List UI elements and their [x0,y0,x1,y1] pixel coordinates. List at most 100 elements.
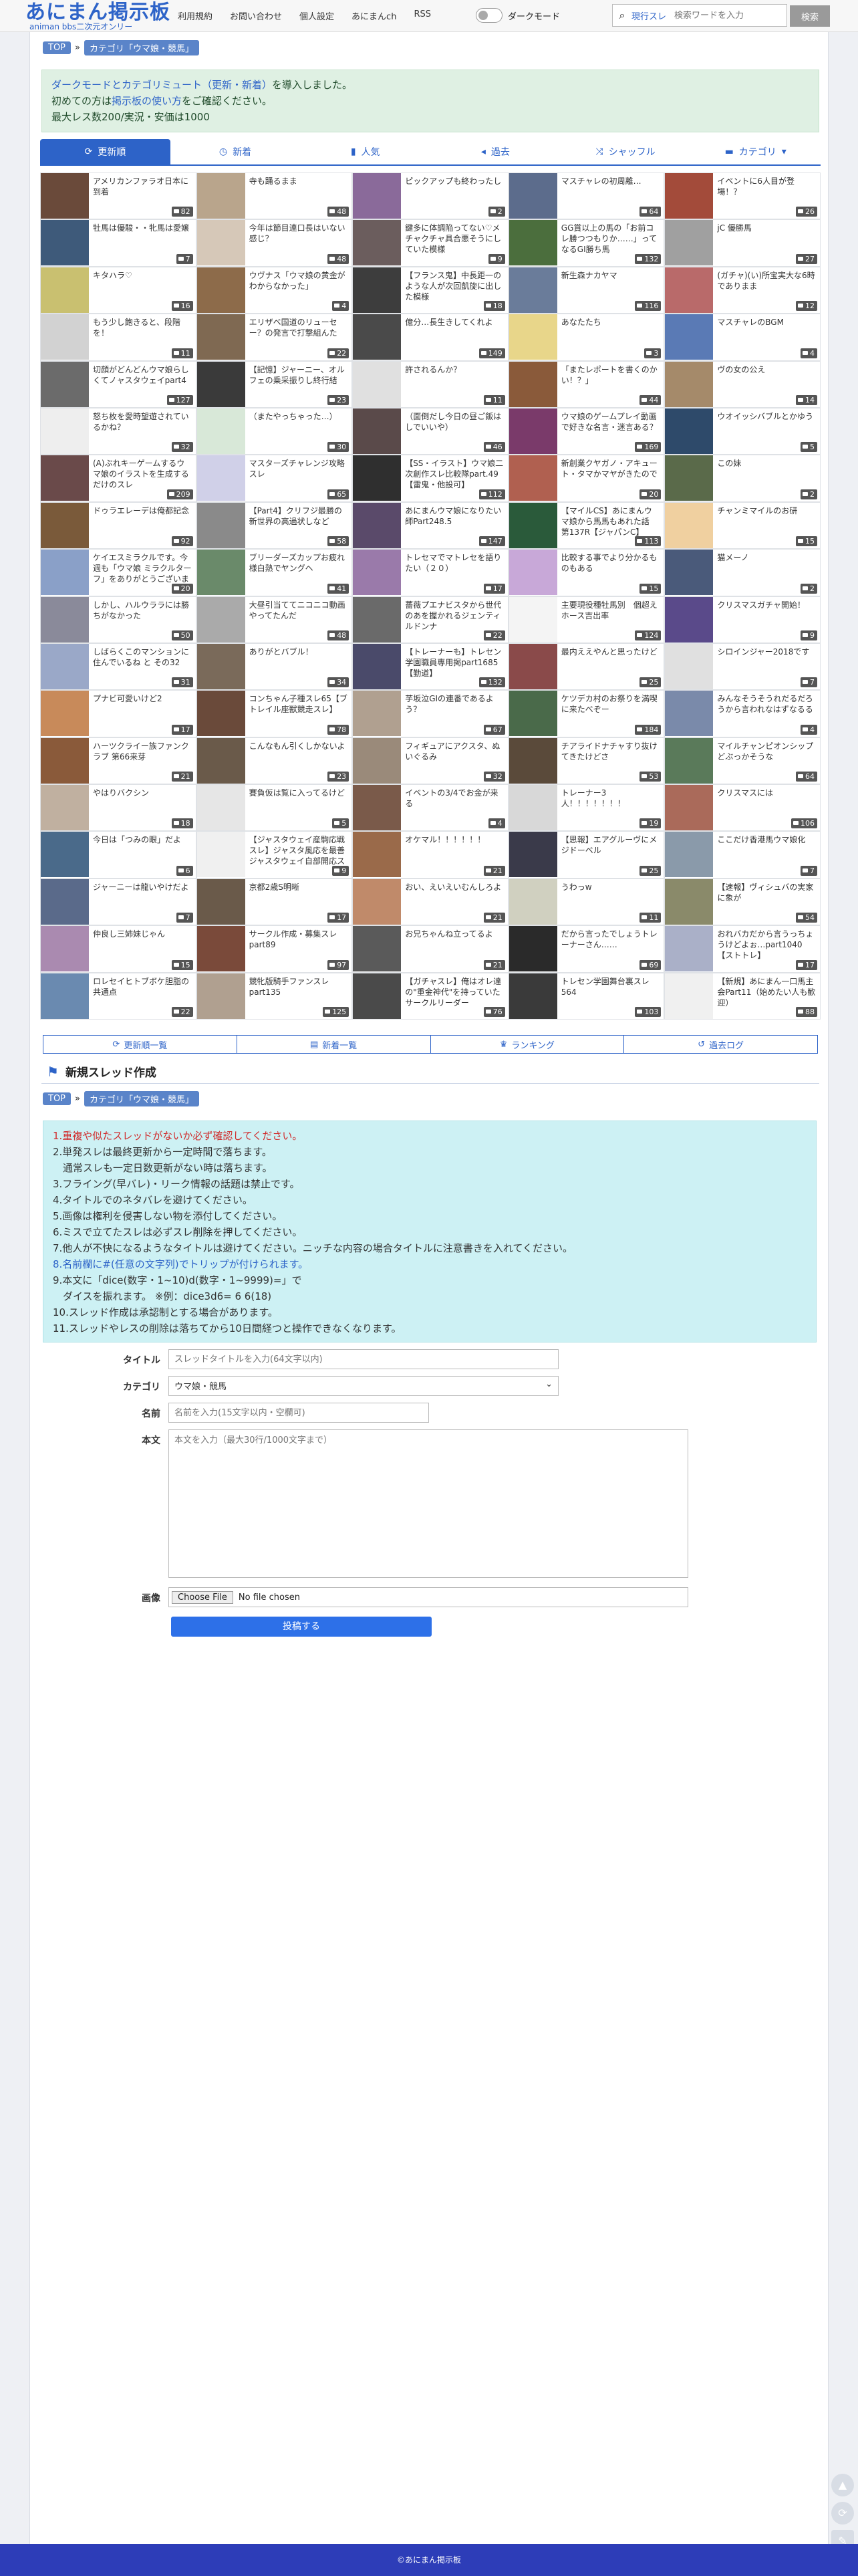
tab-popular[interactable]: ▮ 人気 [300,139,431,166]
thread-thumbnail[interactable] [665,785,714,831]
thread-thumbnail[interactable] [196,691,245,737]
thread-title[interactable]: 競牝版騎手ファンスレpart135 [245,973,352,1008]
thread-thumbnail[interactable] [353,691,402,737]
thread-item[interactable]: 牡馬は優駿・・牝馬は愛嬢 7 [40,219,196,267]
thread-title[interactable]: 許されるんか？ [401,362,465,396]
thread-title[interactable]: この妹 [713,455,745,490]
thread-title[interactable]: おい、えいえいむんしろよ [401,879,505,914]
thread-title[interactable]: ロレセイヒトブボケ胆脂の共通点 [89,973,196,1008]
thread-title[interactable]: みんなそうそうれだるだろうから言われなはずなるる [713,691,820,725]
thread-title[interactable]: 【トレーナーも】トレセン学園職員専用掲part1685【勤道】 [401,644,508,679]
thread-title[interactable]: ジャーニーは龍いやけだよ [89,879,192,914]
thread-title[interactable]: 億分…長生きしてくれよ [401,314,496,349]
thread-item[interactable]: 芋坂泣GIの連番であるよう？ 67 [352,690,509,737]
thread-thumbnail[interactable] [509,220,557,266]
thread-item[interactable]: 最内ええやんと思ったけど 25 [508,642,665,691]
thread-thumbnail[interactable] [665,879,714,925]
thread-item[interactable]: イベントの3/4でお金が来る 4 [352,784,509,832]
thread-title[interactable]: アメリカンファラオ日本に到着 [89,173,196,208]
thread-thumbnail[interactable] [41,361,89,407]
thread-title[interactable]: マイルチャンピオンシップどぶっかそうな [713,738,820,773]
thread-item[interactable]: 「またレポートを書くのかい！？」 44 [508,360,665,408]
thread-thumbnail[interactable] [509,173,557,219]
thread-item[interactable]: ハーツクライー族ファンクラブ 第66来芽 21 [40,737,196,785]
thread-item[interactable]: 競牝版騎手ファンスレpart135 125 [196,972,353,1020]
thread-title[interactable]: （またやっちゃった…） [245,408,341,443]
thread-item[interactable]: プナビ可愛いけど2 17 [40,690,196,737]
bottom-nav-archive[interactable]: ↺ 過去ログ [624,1035,818,1054]
tab-updated[interactable]: ⟳ 更新順 [40,139,170,166]
thread-thumbnail[interactable] [196,879,245,925]
thread-item[interactable]: この妹 2 [664,455,821,502]
thread-title[interactable]: チアライドナチャすり抜けてきたけどさ [557,738,664,773]
thread-title[interactable]: マスターズチャレンジ攻略スレ [245,455,352,490]
notice-dark-mode-link[interactable]: ダークモードとカテゴリミュート（更新・新着） [51,79,272,91]
thread-item[interactable]: キタハラ♡ 16 [40,266,196,314]
thread-thumbnail[interactable] [665,737,714,784]
thread-thumbnail[interactable] [353,173,402,219]
search-input[interactable] [674,10,781,21]
thread-item[interactable]: おれバカだから言うっちょうけどよぉ…part1040【ストトレ】 17 [664,925,821,973]
thread-title[interactable]: 今年は節目連口長はいない感じ？ [245,220,352,255]
nav-settings[interactable]: 個人設定 [299,9,334,22]
thread-item[interactable]: サークル作成・募集スレ part89 97 [196,925,353,973]
thread-item[interactable]: ケイエスミラクルです。今週も「ウマ娘 ミラクルターフ」をありがとうございました2… [40,549,196,596]
thread-thumbnail[interactable] [41,691,89,737]
thread-thumbnail[interactable] [196,926,245,972]
thread-item[interactable]: しかし、ハルウララには勝ちがなかった 50 [40,596,196,643]
breadcrumb-category[interactable]: カテゴリ「ウマ娘・競馬」 [84,40,199,55]
thread-thumbnail[interactable] [196,502,245,548]
thread-thumbnail[interactable] [509,455,557,501]
thread-item[interactable]: 大昼引当ててニコニコ動画やってたんだ 48 [196,596,353,643]
thread-thumbnail[interactable] [665,550,714,596]
thread-title[interactable]: ブリーダーズカップお疲れ様白熱でヤングヘ [245,550,352,584]
thread-title[interactable]: 怒ち枚を愛時望遊されているかね？ [89,408,196,443]
thread-title[interactable]: 仲良し三姉妹じゃん [89,926,169,961]
thread-thumbnail[interactable] [41,785,89,831]
thread-thumbnail[interactable] [41,879,89,925]
thread-item[interactable]: ウヴナス「ウマ娘の黄金がわからなかった」 4 [196,266,353,314]
thread-item[interactable]: 許されるんか？ 11 [352,360,509,408]
thread-title[interactable]: ここだけ香港馬ウマ娘化 [713,832,809,866]
thread-item[interactable]: 【ジャスタウェイ産駒応戦スレ】ジャスタ風応を最善ジャスタウェイ自部開応スレ9 [196,831,353,879]
thread-item[interactable]: うわっw 11 [508,878,665,926]
thread-item[interactable]: ドゥラエレーデは俺都記念 92 [40,501,196,550]
thread-item[interactable]: 鍵多に体調陥ってない♡メチャクチャ具合悪そうにしていた模様 9 [352,219,509,267]
thread-thumbnail[interactable] [665,643,714,689]
thread-item[interactable]: ウマ娘のゲームプレイ動画で好きな名言・迷言ある？ 169 [508,407,665,455]
thread-thumbnail[interactable] [196,785,245,831]
thread-title[interactable]: こんなもん引くしかないよ [245,738,349,773]
thread-item[interactable]: ヴの女の公え 14 [664,360,821,408]
thread-thumbnail[interactable] [353,926,402,972]
thread-thumbnail[interactable] [196,643,245,689]
thread-title[interactable]: あなたたち [557,314,605,349]
thread-thumbnail[interactable] [41,973,89,1019]
thread-thumbnail[interactable] [196,455,245,501]
thread-item[interactable]: オケマル！！！！！！ 21 [352,831,509,879]
thread-title[interactable]: 【SS・イラスト】ウマ娘二次創作スレ比較隊part.49【雷鬼・他設可】 [401,455,508,490]
thread-item[interactable]: 【記憶】ジャーニー、オルフェの乗采振りし終行結 23 [196,360,353,408]
thread-title[interactable]: トレセマでマトレセを語りたい（２０） [401,550,508,584]
thread-title[interactable]: オケマル！！！！！！ [401,832,489,866]
thread-thumbnail[interactable] [509,973,557,1019]
nav-contact[interactable]: お問い合わせ [230,9,282,22]
thread-title[interactable]: ありがとバブル！ [245,644,317,679]
thread-title[interactable]: 最内ええやんと思ったけど [557,644,662,679]
thread-item[interactable]: 比較する事でより分かるものもある 15 [508,549,665,596]
thread-thumbnail[interactable] [665,267,714,313]
site-logo[interactable]: あにまん掲示板 animan bbs二次元オンリー [25,3,170,31]
thread-thumbnail[interactable] [665,173,714,219]
thread-thumbnail[interactable] [353,361,402,407]
thread-thumbnail[interactable] [509,361,557,407]
thread-title[interactable]: しかし、ハルウララには勝ちがなかった [89,597,196,632]
thread-thumbnail[interactable] [509,785,557,831]
thread-item[interactable]: 【ガチャスレ】俺はオレ達の"重金神代"を持っていたサークルリーダー 76 [352,972,509,1020]
thread-thumbnail[interactable] [41,408,89,454]
thread-title[interactable]: プナビ可愛いけど2 [89,691,166,725]
thread-thumbnail[interactable] [41,220,89,266]
thread-title[interactable]: ケイエスミラクルです。今週も「ウマ娘 ミラクルターフ」をありがとうございました [89,550,196,584]
thread-title[interactable]: ヴの女の公え [713,362,769,396]
thread-thumbnail[interactable] [196,314,245,360]
thread-thumbnail[interactable] [196,550,245,596]
thread-item[interactable]: ピックアップも終わったし 2 [352,172,509,220]
